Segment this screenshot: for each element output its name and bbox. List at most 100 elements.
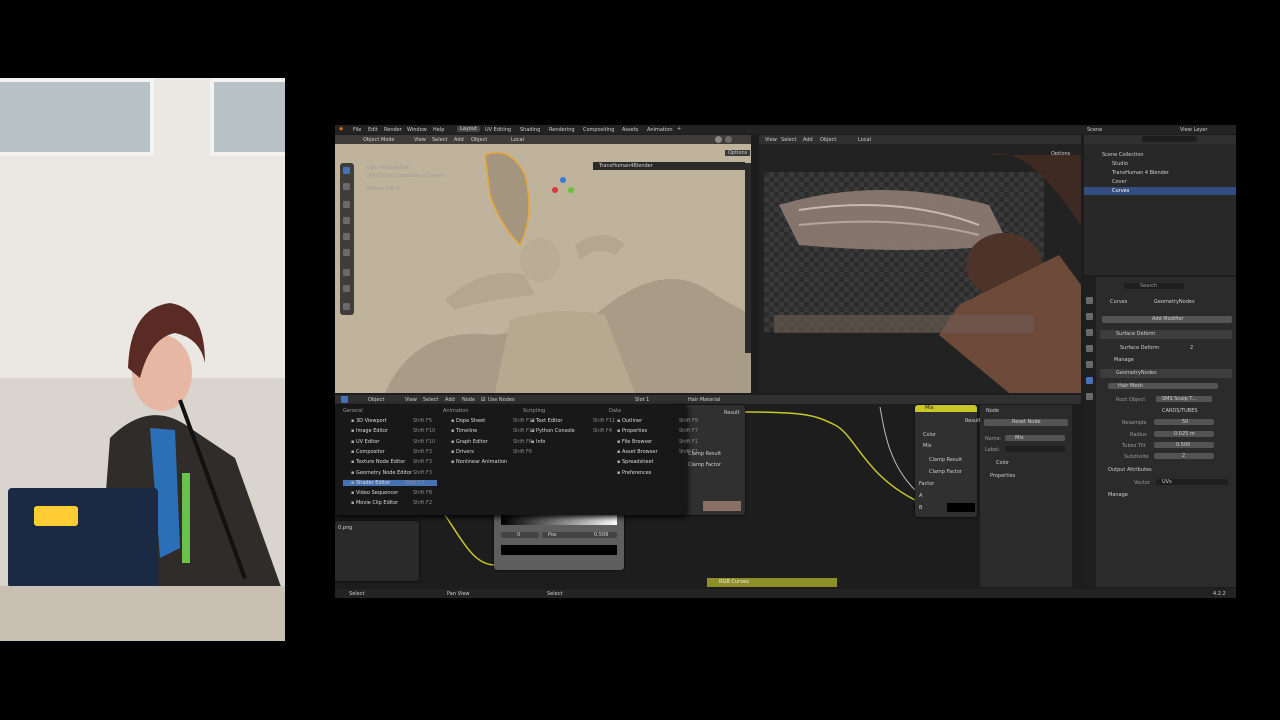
scene-selector[interactable]: Scene [1087,127,1102,133]
menu-item-uv-editor[interactable]: ▪ UV Editor Shift F10 [351,439,435,445]
menu-file[interactable]: File [353,127,361,133]
add-workspace-icon[interactable]: + [677,126,681,132]
node-name-value: Mix [1015,435,1024,441]
menu-edit[interactable]: Edit [368,127,378,133]
tab-uv-editing[interactable]: UV Editing [485,127,511,133]
speaker-video [0,78,285,641]
menu-window[interactable]: Window [407,127,427,133]
outliner-item-cover[interactable]: Cover [1112,179,1127,185]
outliner-search[interactable] [1142,136,1197,142]
menu-item-compositor[interactable]: ▪ Compositor Shift F3 [351,449,432,455]
manage-toggle[interactable]: Manage [1114,357,1134,363]
menu-item-image-editor[interactable]: ▪ Image Editor Shift F10 [351,428,435,434]
menu-item-nonlinear-animation[interactable]: ▪ Nonlinear Animation [451,459,507,465]
tab-layout[interactable]: Layout [457,126,480,132]
tab-shading[interactable]: Shading [520,127,540,133]
tab-compositing[interactable]: Compositing [583,127,614,133]
menu-item-timeline[interactable]: ▪ Timeline Shift F12 [451,428,535,434]
menu-item-texture-node-editor[interactable]: ▪ Texture Node Editor Shift F3 [351,459,432,465]
left-node-result: Result [724,410,740,416]
outliner-item-transhuman[interactable]: TransHuman 4 Blender [1112,170,1169,176]
physics-props-icon[interactable] [1086,393,1093,400]
node-panel-title: Node [986,408,1000,414]
tab-animation[interactable]: Animation [647,127,673,133]
ramp-color-field[interactable] [501,545,617,555]
add-modifier-button[interactable]: Add Modifier [1102,316,1232,323]
menu-item-graph-editor[interactable]: ▪ Graph Editor Shift F6 [451,439,532,445]
menu-help[interactable]: Help [433,127,444,133]
node-sidebar: Node Reset Node Name: Mix Label: Color P… [980,405,1072,587]
subdivide-label: Subdivide [1124,454,1149,460]
color-swatch[interactable] [703,501,741,511]
menu-item-info[interactable]: ▪ Info [531,439,545,445]
blender-logo-icon: ◉ [339,126,344,132]
menu-item-video-sequencer[interactable]: ▪ Video Sequencer Shift F8 [351,490,432,496]
modifier-props-icon[interactable] [1086,377,1093,384]
reset-node-button[interactable]: Reset Node [984,419,1068,426]
ramp-pos-field[interactable]: Pos 0.509 [542,532,617,538]
menu-item-python-console[interactable]: ▪ Python Console Shift F4 [531,428,612,434]
menu-item-preferences[interactable]: ▪ Preferences [617,470,651,476]
menu-item-text-editor[interactable]: ▪ Text Editor Shift F11 [531,418,615,424]
menu-item-dope-sheet[interactable]: ▪ Dope Sheet Shift F12 [451,418,535,424]
transhuman-panel[interactable]: TransHuman4Blender [593,162,745,170]
node-name-field[interactable]: Mix [1005,435,1065,441]
node-label-field[interactable] [1005,446,1065,452]
modifier-geometry-nodes[interactable]: GeometryNodes [1100,369,1232,378]
subdivide-field[interactable]: 2 [1154,453,1214,459]
menu-render[interactable]: Render [384,127,402,133]
modifier-surface-deform[interactable]: Surface Deform [1100,330,1232,339]
mix-node-mix: Mix [923,443,932,449]
menu-item-shortcut: Shift F11 [593,418,616,424]
ramp-index-field[interactable]: 0 [501,532,539,538]
tubes-tilt-field[interactable]: 0.500 [1154,442,1214,448]
menu-item-3d-viewport[interactable]: ▪ 3D Viewport Shift F5 [351,418,432,424]
render-props-icon[interactable] [1086,313,1093,320]
node-color-panel[interactable]: Color [996,460,1009,466]
mix-node-b-color[interactable] [947,503,975,512]
menu-item-shader-editor[interactable]: ▪ Shader Editor Shift F3 [343,479,437,486]
viewport-render[interactable]: View Select Add Object Local Options [759,135,1081,393]
viewport-3d[interactable]: Object Mode View Select Add Object Local… [335,135,751,393]
tool-props-icon[interactable] [1086,297,1093,304]
outliner-item-curves[interactable]: Curves [1112,188,1129,194]
outliner-root[interactable]: Scene Collection [1102,152,1144,158]
color-ramp-gradient[interactable] [501,515,617,525]
cards-tubes-toggle[interactable]: CARDS/TUBES [1162,408,1198,414]
view-layer-selector[interactable]: View Layer [1180,127,1207,133]
mix-node-b: B [919,505,923,511]
menu-col-general: General [343,408,363,414]
menu-item-file-browser[interactable]: ▪ File Browser Shift F1 [617,439,698,445]
vector-field[interactable]: UVs [1156,479,1228,485]
editor-type-menu: General Animation Scripting Data ▪ 3D Vi… [335,405,698,515]
output-attributes-panel[interactable]: Output Attributes [1108,467,1152,473]
tab-assets[interactable]: Assets [622,127,638,133]
manage-toggle-2[interactable]: Manage [1108,492,1128,498]
radius-field[interactable]: 0.025 m [1154,431,1214,437]
resample-field[interactable]: 50 [1154,419,1214,425]
menu-item-geometry-node-editor[interactable]: ▪ Geometry Node Editor Shift F3 [351,470,432,476]
object-props-icon[interactable] [1086,361,1093,368]
menu-item-asset-browser[interactable]: ▪ Asset Browser Shift F1 [617,449,698,455]
mix-node[interactable]: Mix Result Color Mix Clamp Result Clamp … [915,405,980,517]
menu-item-spreadsheet[interactable]: ▪ Spreadsheet [617,459,653,465]
image-texture-node[interactable]: 0.png [335,521,419,581]
properties-search[interactable]: Search [1124,283,1184,289]
surface-deform-target[interactable]: Surface Deform [1120,345,1159,351]
node-group-field[interactable]: Hair Mesh [1108,383,1218,389]
outliner-item-studio[interactable]: Studio [1112,161,1128,167]
scene-props-icon[interactable] [1086,345,1093,352]
menu-item-properties[interactable]: ▪ Properties Shift F7 [617,428,698,434]
root-object-field[interactable]: SMS Scalp T... [1156,396,1212,402]
menu-item-outliner[interactable]: ▪ Outliner Shift F9 [617,418,698,424]
node-properties-panel[interactable]: Properties [990,473,1015,479]
output-props-icon[interactable] [1086,329,1093,336]
surface-deform-value[interactable]: 2 [1190,345,1193,351]
menu-item-movie-clip-editor[interactable]: ▪ Movie Clip Editor Shift F2 [351,500,432,506]
menu-item-drivers[interactable]: ▪ Drivers Shift F6 [451,449,532,455]
tab-rendering[interactable]: Rendering [549,127,575,133]
color-ramp-node[interactable]: 0 Pos 0.509 [494,512,624,570]
frame-rgb-curves[interactable]: RGB Curves [707,578,837,587]
menu-item-shortcut: Shift F5 [413,418,433,424]
blender-window: ◉ File Edit Render Window Help Layout UV… [335,125,1236,598]
